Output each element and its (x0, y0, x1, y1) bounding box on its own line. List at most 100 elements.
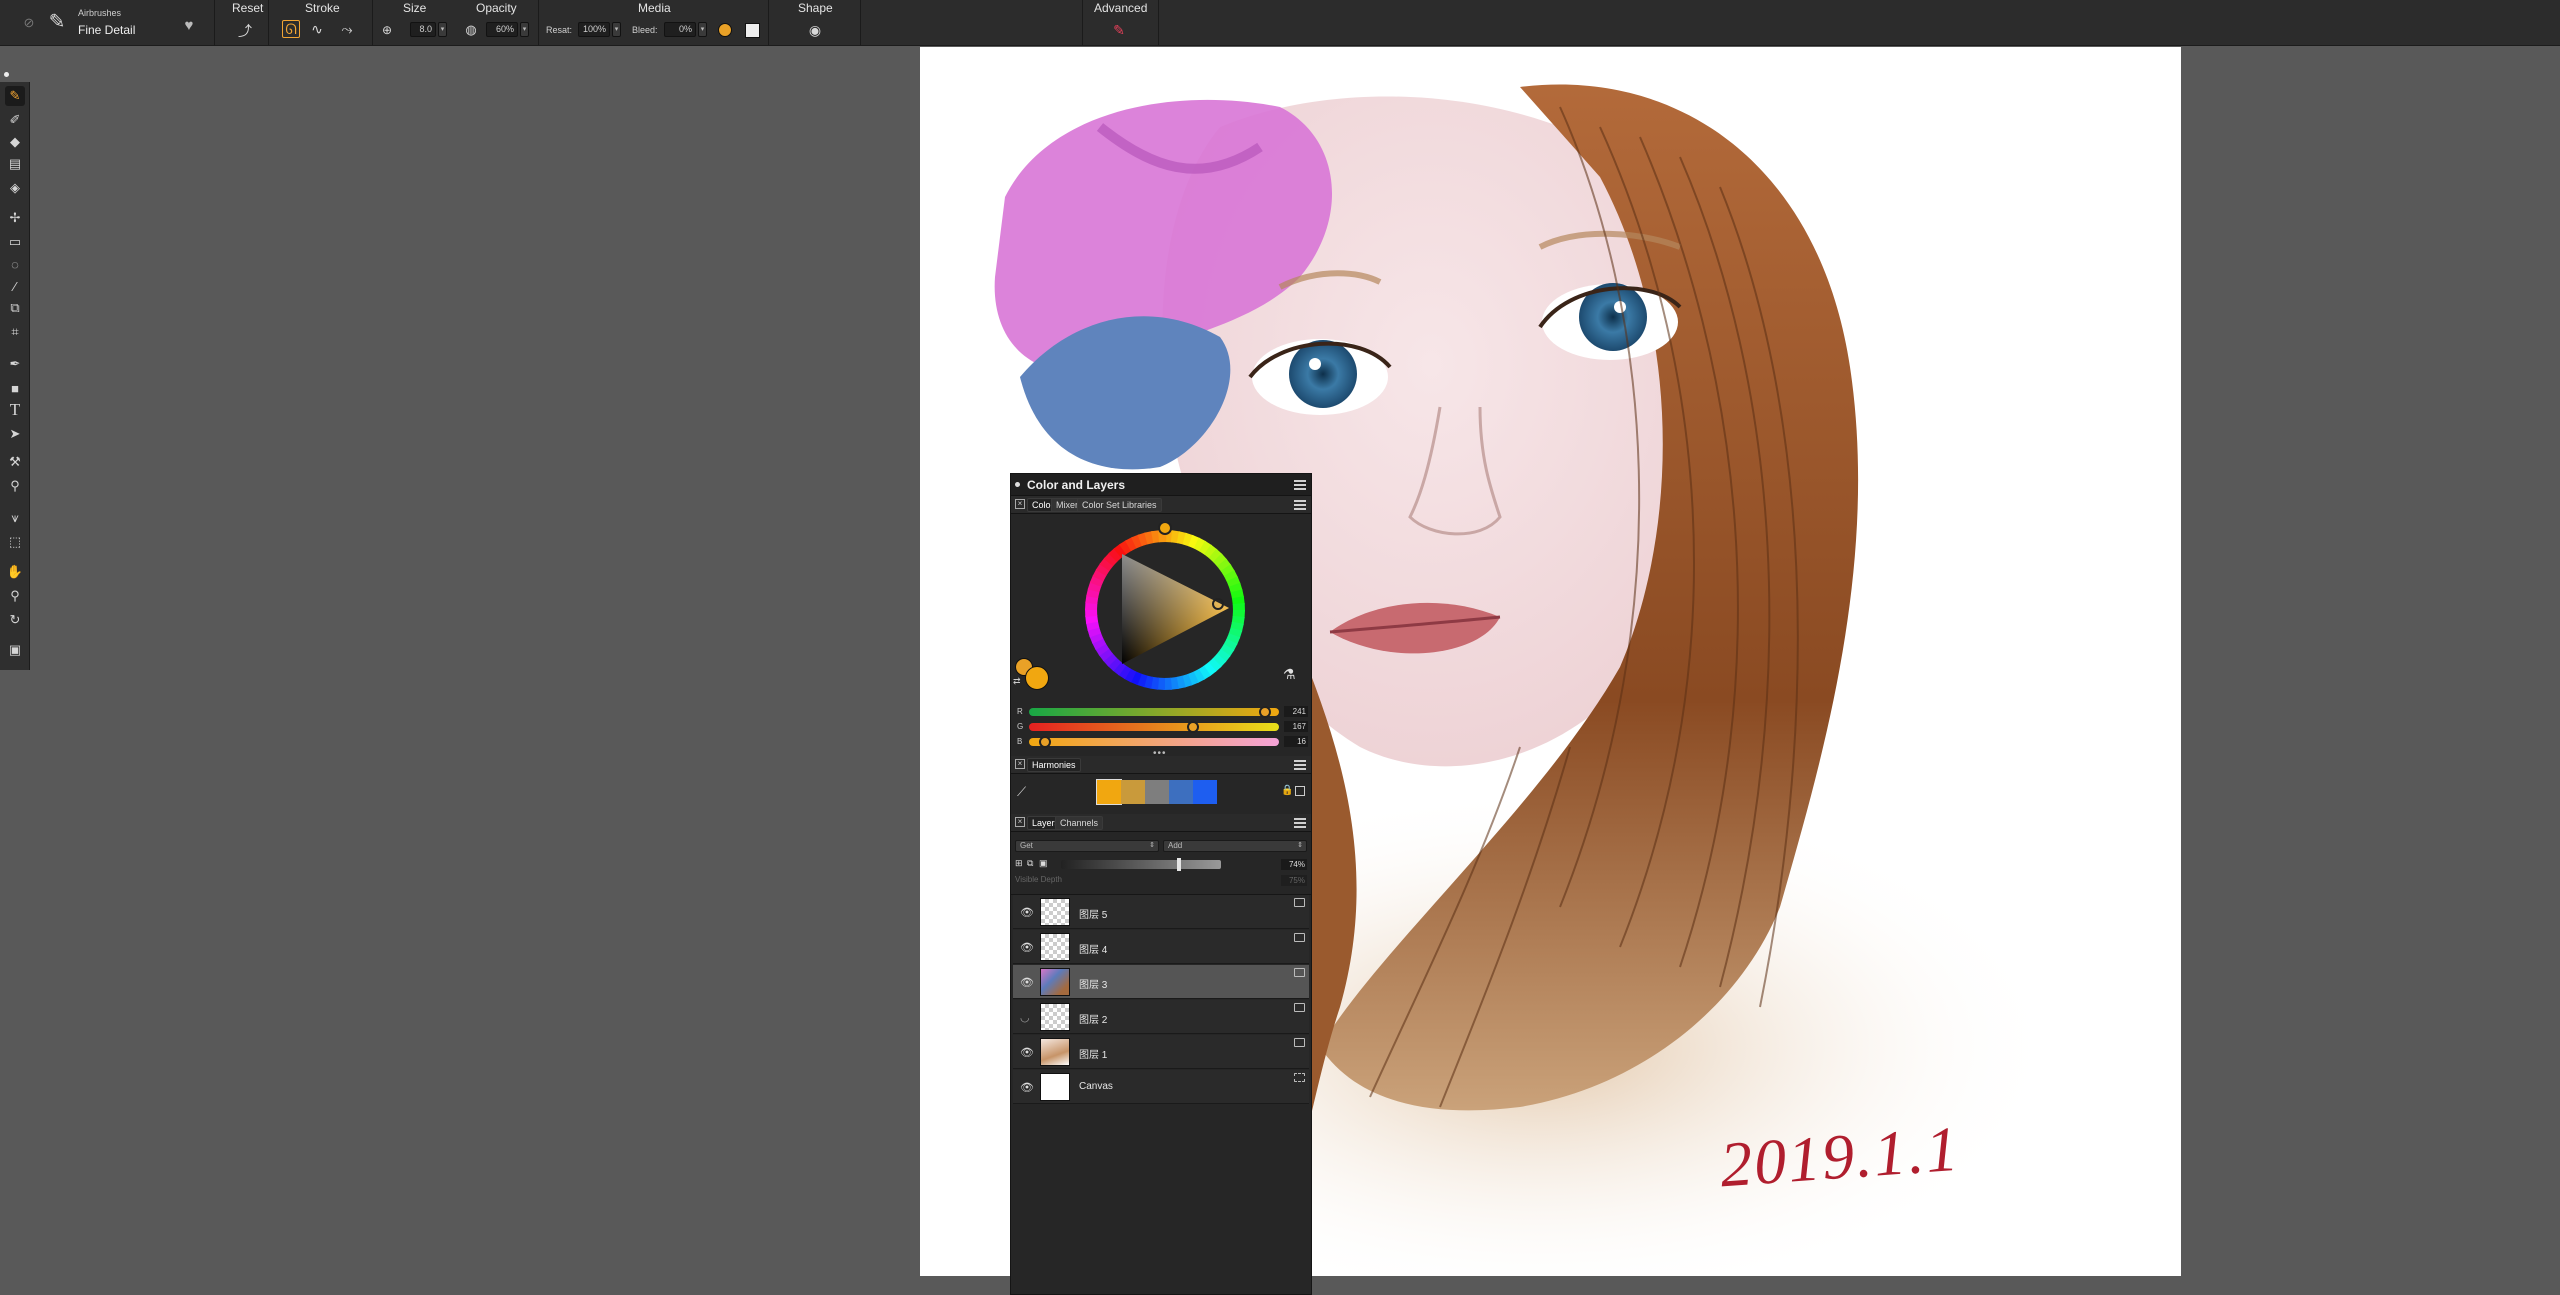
r-value[interactable]: 241 (1284, 706, 1308, 717)
layer-composite-icon[interactable] (1294, 1003, 1305, 1012)
layer-opacity-knob[interactable] (1177, 858, 1182, 871)
color-variability-icon[interactable]: ⚗ (1283, 666, 1303, 686)
layer-row[interactable]: ◡ 图层 2 (1013, 1000, 1309, 1034)
swap-colors-icon[interactable]: ⇄ (1013, 676, 1021, 687)
resat-field[interactable]: 100% (578, 22, 610, 37)
layer-row[interactable]: 👁 图层 3 (1013, 965, 1309, 999)
paper-color-icon[interactable] (716, 21, 734, 39)
cloner-tool-icon[interactable]: ⚒ (5, 452, 25, 472)
harmony-rule-icon[interactable]: ⟋ (1017, 784, 1026, 800)
shape-selection-tool-icon[interactable]: ➤ (5, 424, 25, 444)
magnifier-tool-icon[interactable]: ⚲ (5, 586, 25, 606)
visibility-eye-icon[interactable]: 👁 (1020, 1046, 1034, 1059)
brush-tool-icon[interactable]: ✎ (5, 86, 25, 106)
visibility-eye-icon[interactable]: 👁 (1020, 1081, 1034, 1094)
straight-stroke-icon[interactable]: ∿ (308, 20, 326, 38)
harmony-swatch[interactable] (1193, 780, 1217, 804)
layer-composite-icon[interactable] (1294, 933, 1305, 942)
visibility-eye-icon[interactable]: 👁 (1020, 976, 1034, 989)
r-slider-knob[interactable] (1259, 706, 1272, 718)
color-menu-icon[interactable] (1294, 500, 1306, 510)
rotate-page-tool-icon[interactable]: ↻ (5, 610, 25, 630)
magic-wand-tool-icon[interactable]: ⁄ (5, 276, 25, 296)
rectangle-select-tool-icon[interactable]: ▭ (5, 232, 25, 252)
close-color-group-icon[interactable]: × (1015, 499, 1025, 509)
bleed-stepper[interactable]: ▾ (698, 22, 707, 37)
grabber-tool-icon[interactable]: ✋ (5, 562, 25, 582)
layer-composite-icon[interactable] (1294, 1073, 1305, 1082)
b-value[interactable]: 16 (1284, 736, 1308, 747)
eraser-tool-icon[interactable]: ◈ (5, 178, 25, 198)
layer-row[interactable]: 👁 Canvas (1013, 1070, 1309, 1104)
b-slider-knob[interactable] (1038, 736, 1051, 748)
toolbox-grip[interactable] (4, 72, 9, 77)
g-slider-knob[interactable] (1186, 721, 1199, 733)
perspective-guide-tool-icon[interactable]: ⬚ (5, 532, 25, 552)
gradient-tool-icon[interactable]: ▤ (5, 154, 25, 174)
size-stepper[interactable]: ▾ (438, 22, 447, 37)
layer-group-icon[interactable]: ⧉ (1027, 858, 1033, 869)
pen-tool-icon[interactable]: ✒ (5, 354, 25, 374)
new-layer-icon[interactable]: ⊞ (1015, 858, 1023, 869)
airbrush-icon[interactable]: ✎ (44, 6, 70, 36)
transform-tool-icon[interactable]: ⧉ (5, 298, 25, 318)
crop-tool-icon[interactable]: ⌗ (5, 322, 25, 342)
layer-adjuster-tool-icon[interactable]: ✢ (5, 208, 25, 228)
size-field[interactable]: 8.0 (410, 22, 436, 37)
favorite-heart-icon[interactable]: ♥ (180, 16, 198, 34)
layer-composite-icon[interactable] (1294, 898, 1305, 907)
dab-preview-icon[interactable] (743, 21, 761, 39)
lasso-tool-icon[interactable]: ◌ (5, 254, 25, 274)
resat-stepper[interactable]: ▾ (612, 22, 621, 37)
mirror-tool-icon[interactable]: ⩛ (5, 508, 25, 528)
brush-library-icon[interactable]: ⊘ (20, 14, 38, 32)
harmony-swatch[interactable] (1121, 780, 1145, 804)
layer-mask-icon[interactable]: ▣ (1039, 858, 1048, 869)
freehand-stroke-icon[interactable]: ᘏ (282, 20, 300, 38)
shape-tool-icon[interactable]: ■ (5, 378, 25, 398)
panel-menu-icon[interactable] (1294, 480, 1306, 490)
stroke-options-icon[interactable]: ⤳ (338, 20, 356, 38)
visibility-eye-icon[interactable]: 👁 (1020, 906, 1034, 919)
panel-header[interactable]: Color and Layers (1011, 474, 1311, 496)
layer-composite-icon[interactable] (1294, 968, 1305, 977)
hidden-eye-icon[interactable]: ◡ (1020, 1011, 1030, 1024)
layer-row[interactable]: 👁 图层 4 (1013, 930, 1309, 964)
harmony-lock-icon[interactable]: 🔒 (1281, 785, 1293, 796)
layer-opacity-value[interactable]: 74% (1281, 859, 1307, 870)
layers-menu-icon[interactable] (1294, 818, 1306, 828)
g-slider[interactable] (1029, 723, 1279, 731)
panel-grip[interactable] (1015, 482, 1020, 487)
layer-row[interactable]: 👁 图层 1 (1013, 1035, 1309, 1069)
dropper-tool-icon[interactable]: ✐ (5, 110, 25, 130)
g-value[interactable]: 167 (1284, 721, 1308, 732)
layer-opacity-slider[interactable] (1061, 860, 1221, 869)
opacity-field[interactable]: 60% (486, 22, 518, 37)
b-slider[interactable] (1029, 738, 1279, 746)
advanced-brush-icon[interactable]: ✎ (1110, 21, 1128, 39)
rubber-stamp-tool-icon[interactable]: ⚲ (5, 476, 25, 496)
layer-composite-icon[interactable] (1294, 1038, 1305, 1047)
bleed-field[interactable]: 0% (664, 22, 696, 37)
harmonies-menu-icon[interactable] (1294, 760, 1306, 770)
paint-bucket-tool-icon[interactable]: ◆ (5, 132, 25, 152)
close-harmonies-icon[interactable]: × (1015, 759, 1025, 769)
harmony-swatch[interactable] (1145, 780, 1169, 804)
harmony-swatch[interactable] (1096, 779, 1122, 805)
r-slider[interactable] (1029, 708, 1279, 716)
close-layers-group-icon[interactable]: × (1015, 817, 1025, 827)
tab-harmonies[interactable]: Harmonies (1027, 758, 1081, 772)
main-color-swatch[interactable] (1025, 666, 1049, 690)
brush-variant[interactable]: Fine Detail (78, 23, 135, 37)
opacity-stepper[interactable]: ▾ (520, 22, 529, 37)
layer-row[interactable]: 👁 图层 5 (1013, 895, 1309, 929)
visibility-eye-icon[interactable]: 👁 (1020, 941, 1034, 954)
reset-brush-button[interactable]: ⤴ (236, 22, 254, 40)
harmony-link-icon[interactable] (1295, 786, 1305, 796)
navigator-tool-icon[interactable]: ▣ (5, 640, 25, 660)
shape-dab-icon[interactable]: ◉ (806, 21, 824, 39)
tab-color-set-libraries[interactable]: Color Set Libraries (1077, 498, 1162, 512)
color-wheel[interactable] (1077, 522, 1253, 698)
composite-depth-select[interactable]: Add ⇕ (1163, 840, 1307, 852)
visible-depth-value[interactable]: 75% (1281, 875, 1307, 886)
